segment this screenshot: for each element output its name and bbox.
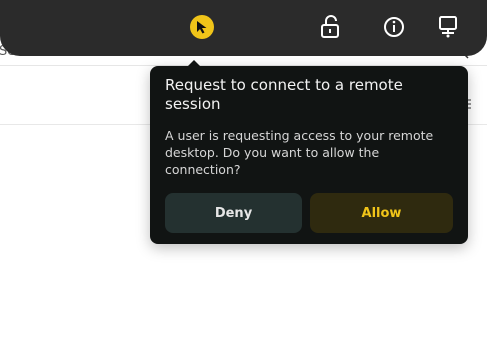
remote-desktop-icon xyxy=(439,16,457,38)
info-icon xyxy=(384,17,404,37)
dialog-title: Request to connect to a remote session xyxy=(165,76,403,113)
unlock-button[interactable] xyxy=(317,14,343,40)
pointer-icon xyxy=(190,15,214,39)
allow-button[interactable]: Allow xyxy=(310,193,453,233)
dialog-message: A user is requesting access to your remo… xyxy=(165,128,434,177)
deny-button[interactable]: Deny xyxy=(165,193,302,233)
unlock-icon xyxy=(321,15,339,38)
remote-desktop-button[interactable] xyxy=(435,14,461,40)
pointer-button[interactable] xyxy=(189,14,215,40)
info-button[interactable] xyxy=(381,14,407,40)
remote-session-toolbar xyxy=(0,0,487,56)
remote-connection-dialog: Request to connect to a remote session A… xyxy=(150,66,468,244)
screen: Search iCloud Drive xyxy=(0,0,487,358)
